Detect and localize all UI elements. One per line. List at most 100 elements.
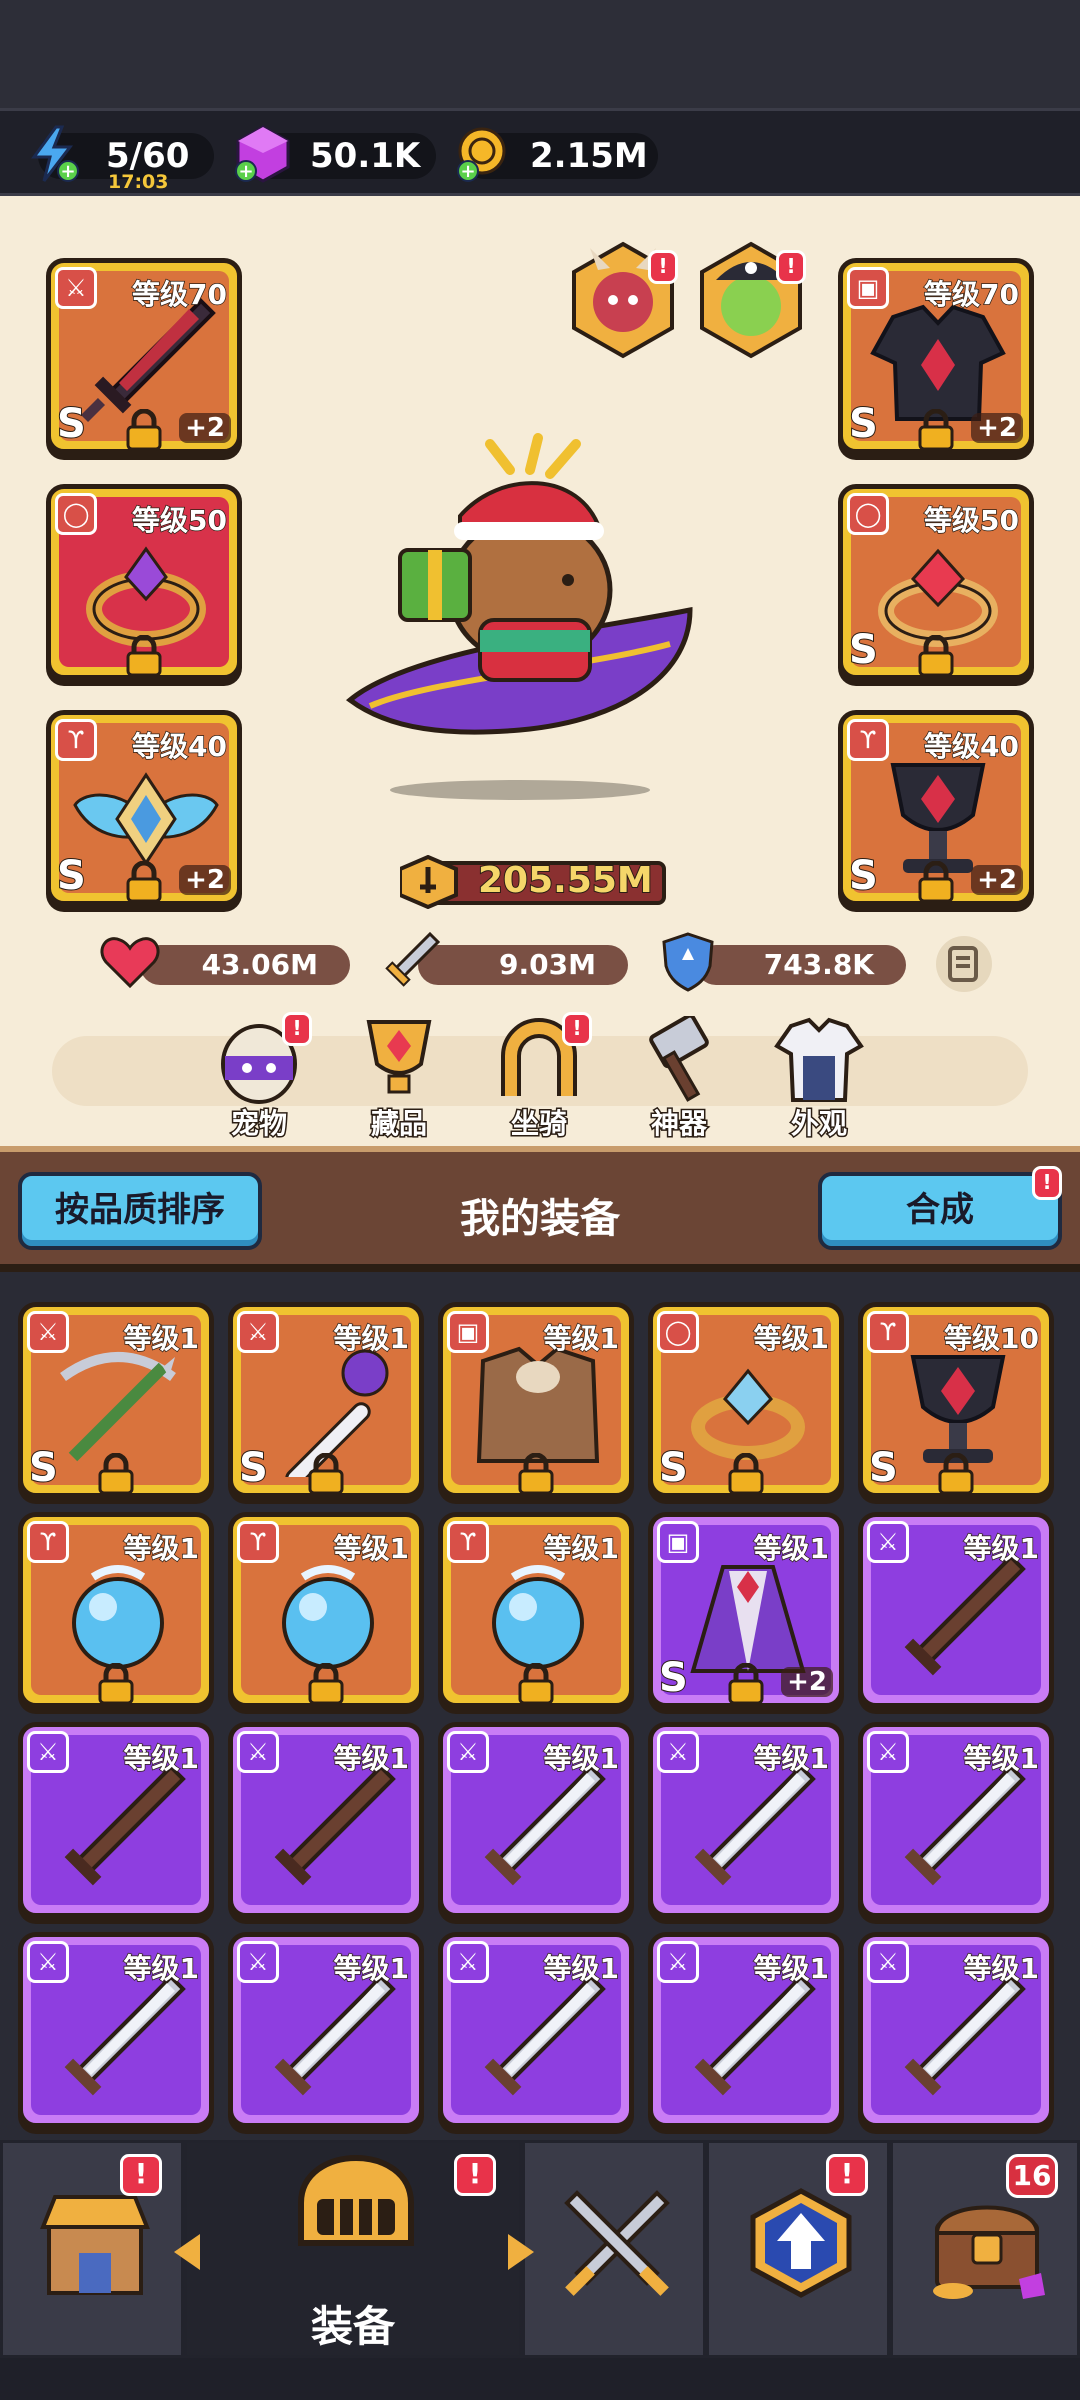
equipped-ring-slot[interactable]: ◯ 等级50 <box>46 484 242 680</box>
lock-icon <box>518 1663 554 1705</box>
feature-collection[interactable]: 藏品 <box>344 1016 454 1142</box>
inventory-item[interactable]: ⚔ 等级1 <box>438 1932 634 2128</box>
inventory-item[interactable]: ▣ 等级1 <box>438 1302 634 1498</box>
slot-grade: S <box>848 400 879 448</box>
gem-icon[interactable]: + <box>232 123 294 185</box>
crossed-swords-icon <box>564 2190 670 2296</box>
nav-shop-alert: ! <box>120 2154 162 2196</box>
inventory-item[interactable]: ϒ 等级1 <box>228 1512 424 1708</box>
equipped-necklace-slot[interactable]: ϒ 等级40 S +2 <box>46 710 242 906</box>
nav-equipment-label: 装备 <box>310 2302 395 2351</box>
ring-type-icon: ◯ <box>847 493 889 535</box>
lock-icon <box>918 861 954 903</box>
merge-button[interactable]: 合成 <box>818 1172 1062 1250</box>
slot-level: 等级40 <box>131 729 227 764</box>
equipped-necklace-slot-right[interactable]: ϒ 等级40 S +2 <box>838 710 1034 906</box>
steel-sword-icon <box>904 1974 1026 2096</box>
hammer-icon <box>649 1013 709 1102</box>
item-type-icon: ⚔ <box>237 1311 279 1353</box>
item-level: 等级1 <box>753 1321 830 1356</box>
trophy-icon <box>366 1020 432 1094</box>
inventory-item[interactable]: ϒ 等级1 <box>438 1512 634 1708</box>
slot-plus: +2 <box>971 413 1023 443</box>
item-level: 等级1 <box>333 1531 410 1566</box>
slot-grade: S <box>848 852 879 900</box>
energy-timer: 17:03 <box>108 171 169 193</box>
stats-detail-icon[interactable] <box>934 934 994 994</box>
treasure-chest-icon <box>933 2205 1045 2299</box>
inventory-item[interactable]: ⚔ 等级1 <box>648 1722 844 1918</box>
inventory-item[interactable]: ⚔ 等级1 <box>648 1932 844 2128</box>
item-level: 等级1 <box>963 1951 1040 1986</box>
item-type-icon: ϒ <box>867 1311 909 1353</box>
equipped-armor-slot[interactable]: ▣ 等级70 S +2 <box>838 258 1034 454</box>
item-type-icon: ⚔ <box>237 1941 279 1983</box>
gold-coin-icon[interactable]: + <box>452 123 514 185</box>
inventory-item[interactable]: ⚔ 等级1 <box>858 1722 1054 1918</box>
inventory-item[interactable]: ⚔ 等级1 <box>18 1722 214 1918</box>
item-type-icon: ⚔ <box>867 1731 909 1773</box>
item-grade: S <box>658 1444 689 1492</box>
inventory-item[interactable]: ▣ 等级1 S +2 <box>648 1512 844 1708</box>
companion-demon-alert: ! <box>648 250 678 284</box>
slot-plus: +2 <box>971 865 1023 895</box>
heart-icon <box>100 937 160 989</box>
item-level: 等级1 <box>753 1531 830 1566</box>
item-type-icon: ▣ <box>447 1311 489 1353</box>
nav-upgrade-alert: ! <box>826 2154 868 2196</box>
inventory-item[interactable]: ⚔ 等级1 S <box>18 1302 214 1498</box>
item-grade: S <box>658 1654 689 1702</box>
item-type-icon: ⚔ <box>237 1731 279 1773</box>
combat-power-value: 205.55M <box>477 859 654 902</box>
steel-sword-icon <box>64 1974 186 2096</box>
lock-icon <box>938 1453 974 1495</box>
energy-icon[interactable]: + <box>22 123 84 185</box>
nav-right-arrow-icon[interactable] <box>502 2230 538 2274</box>
item-level: 等级1 <box>753 1951 830 1986</box>
feature-pet-alert: ! <box>282 1012 312 1046</box>
inventory-item[interactable]: ◯ 等级1 S <box>648 1302 844 1498</box>
hero-character[interactable] <box>330 430 710 810</box>
merge-alert: ! <box>1032 1166 1062 1200</box>
feature-artifact[interactable]: 神器 <box>624 1013 734 1142</box>
svg-text:+: + <box>60 161 75 182</box>
slot-level: 等级50 <box>923 503 1019 538</box>
slot-plus: +2 <box>179 413 231 443</box>
inventory-item[interactable]: ⚔ 等级1 <box>228 1932 424 2128</box>
lock-icon <box>518 1453 554 1495</box>
equipped-ring-slot-right[interactable]: ◯ 等级50 S <box>838 484 1034 680</box>
lock-icon <box>98 1453 134 1495</box>
item-type-icon: ⚔ <box>657 1731 699 1773</box>
inventory-grid: ⚔ 等级1 S ⚔ 等级1 S ▣ 等级1 ◯ 等级1 S ϒ 等级10 S ϒ 等级1 ϒ 等级1 ϒ 等级1 ▣ 等级… <box>0 1272 1080 2140</box>
sword-stat-icon <box>385 931 441 987</box>
inventory-item[interactable]: ⚔ 等级1 <box>438 1722 634 1918</box>
item-type-icon: ϒ <box>447 1521 489 1563</box>
item-level: 等级1 <box>333 1321 410 1356</box>
steel-sword-icon <box>274 1974 396 2096</box>
item-type-icon: ⚔ <box>657 1941 699 1983</box>
item-level: 等级1 <box>543 1531 620 1566</box>
inventory-item[interactable]: ϒ 等级1 <box>18 1512 214 1708</box>
inventory-item[interactable]: ϒ 等级10 S <box>858 1302 1054 1498</box>
equipped-weapon-slot[interactable]: ⚔ 等级70 S +2 <box>46 258 242 454</box>
item-level: 等级1 <box>333 1951 410 1986</box>
item-level: 等级1 <box>333 1741 410 1776</box>
nav-battle-tab[interactable] <box>522 2140 706 2358</box>
inventory-item[interactable]: ⚔ 等级1 <box>228 1722 424 1918</box>
item-type-icon: ⚔ <box>27 1311 69 1353</box>
nav-left-arrow-icon[interactable] <box>170 2230 206 2274</box>
outfit-icon <box>774 1017 864 1102</box>
inventory-item[interactable]: ⚔ 等级1 S <box>228 1302 424 1498</box>
item-level: 等级1 <box>543 1741 620 1776</box>
feature-outfit[interactable]: 外观 <box>764 1016 874 1142</box>
lock-icon <box>728 1453 764 1495</box>
hp-value: 43.06M <box>201 948 318 981</box>
companion-pirate-alert: ! <box>776 250 806 284</box>
slot-grade: S <box>56 852 87 900</box>
inventory-item[interactable]: ⚔ 等级1 <box>858 1512 1054 1708</box>
inventory-item[interactable]: ⚔ 等级1 <box>858 1932 1054 2128</box>
inventory-item[interactable]: ⚔ 等级1 <box>18 1932 214 2128</box>
item-type-icon: ⚔ <box>27 1731 69 1773</box>
gem-value: 50.1K <box>310 136 421 176</box>
item-type-icon: ϒ <box>27 1521 69 1563</box>
